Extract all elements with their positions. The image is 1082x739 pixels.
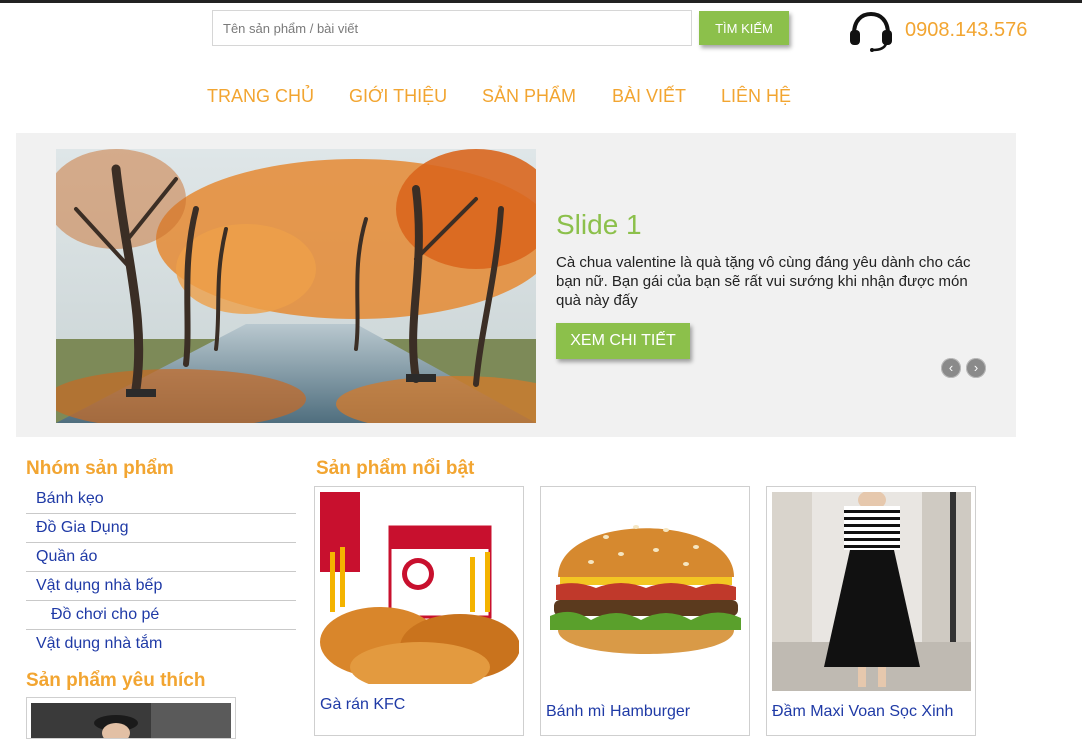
list-item: Đồ Gia Dụng <box>26 514 296 543</box>
view-detail-button[interactable]: XEM CHI TIẾT <box>556 323 690 359</box>
hero-slider: Slide 1 Cà chua valentine là quà tặng vô… <box>16 133 1016 437</box>
product-name[interactable]: Gà rán KFC <box>320 696 405 714</box>
category-link[interactable]: Quần áo <box>36 548 97 565</box>
headset-icon <box>850 11 892 52</box>
nav-posts[interactable]: BÀI VIẾT <box>612 86 686 107</box>
nav-about[interactable]: GIỚI THIỆU <box>349 86 447 107</box>
slide-title: Slide 1 <box>556 209 642 240</box>
product-image <box>320 492 519 684</box>
list-item: Vật dụng nhà bếp <box>26 572 296 601</box>
product-name[interactable]: Đầm Maxi Voan Sọc Xinh <box>772 703 953 721</box>
featured-title: Sản phẩm nổi bật <box>316 458 475 479</box>
favorites-title: Sản phẩm yêu thích <box>26 670 206 691</box>
nav-home[interactable]: TRANG CHỦ <box>207 86 314 107</box>
list-item: Quần áo <box>26 543 296 572</box>
slider-next-button[interactable]: › <box>966 358 986 378</box>
product-image <box>546 492 745 684</box>
list-item: Vật dụng nhà tắm <box>26 630 296 658</box>
slide-image <box>56 149 536 423</box>
product-card[interactable]: Gà rán KFC <box>314 486 524 736</box>
slider-prev-button[interactable]: ‹ <box>941 358 961 378</box>
list-item: Đồ chơi cho pé <box>26 601 296 630</box>
nav-contact[interactable]: LIÊN HỆ <box>721 86 791 107</box>
product-name[interactable]: Bánh mì Hamburger <box>546 703 690 721</box>
category-link[interactable]: Bánh kẹo <box>36 490 104 507</box>
categories-title: Nhóm sản phẩm <box>26 458 174 479</box>
hotline-number: 0908.143.576 <box>905 19 1028 41</box>
slide-description: Cà chua valentine là quà tặng vô cùng đá… <box>556 254 971 309</box>
product-card[interactable]: Bánh mì Hamburger <box>540 486 750 736</box>
list-item: Bánh kẹo <box>26 485 296 514</box>
product-card[interactable]: Đầm Maxi Voan Sọc Xinh <box>766 486 976 736</box>
category-link[interactable]: Vật dụng nhà bếp <box>36 577 162 594</box>
category-link[interactable]: Đồ chơi cho pé <box>51 606 159 623</box>
search-button[interactable]: TÌM KIẾM <box>699 11 789 45</box>
category-link[interactable]: Vật dụng nhà tắm <box>36 635 162 652</box>
favorite-product-image <box>31 703 231 738</box>
favorite-product-card[interactable] <box>26 697 236 739</box>
nav-products[interactable]: SẢN PHẨM <box>482 86 576 107</box>
product-image <box>772 492 971 691</box>
category-link[interactable]: Đồ Gia Dụng <box>36 519 129 536</box>
top-border <box>0 0 1082 3</box>
search-input[interactable] <box>212 10 692 46</box>
category-list: Bánh kẹo Đồ Gia Dụng Quần áo Vật dụng nh… <box>26 485 296 658</box>
